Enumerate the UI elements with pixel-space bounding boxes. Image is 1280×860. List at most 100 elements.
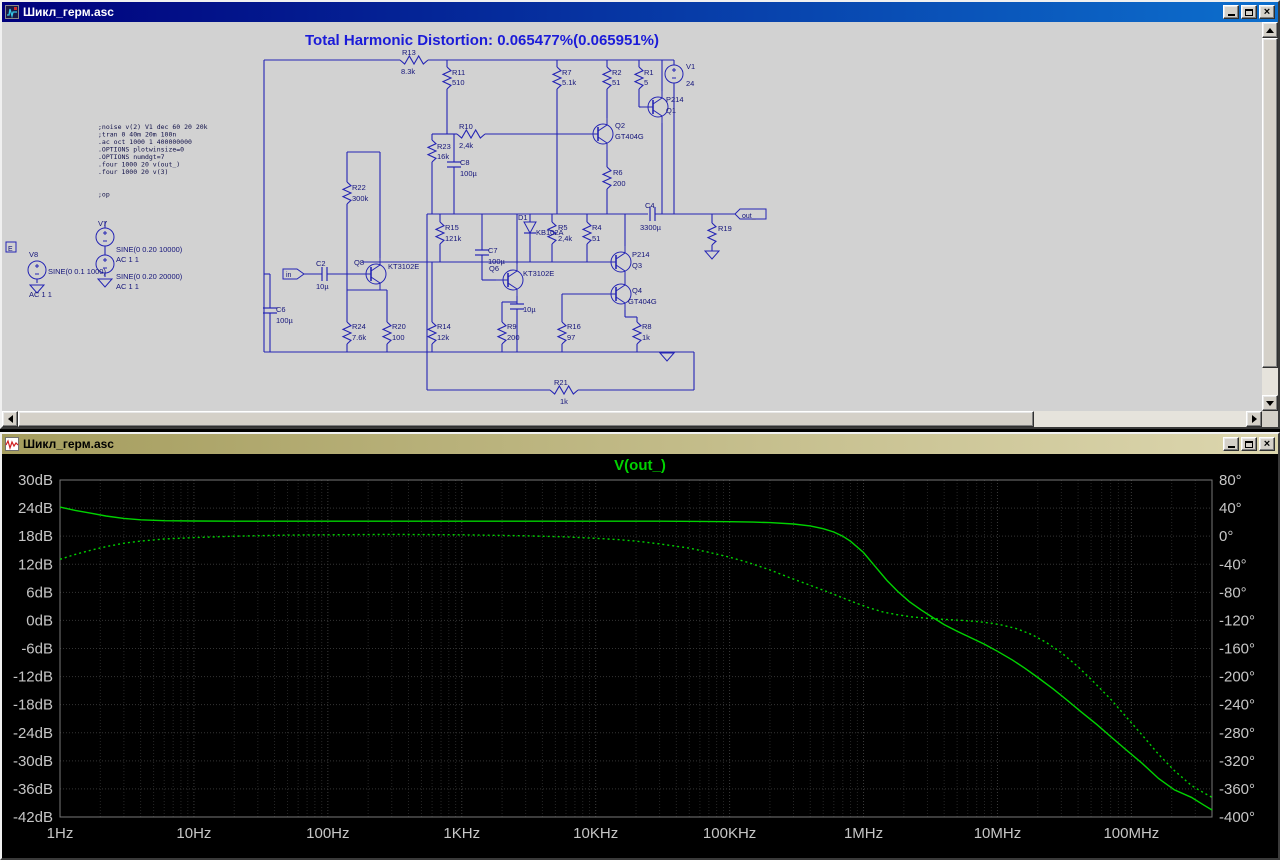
svg-text:12dB: 12dB — [18, 556, 53, 573]
svg-text:16k: 16k — [437, 152, 449, 161]
svg-text:Q2: Q2 — [615, 121, 625, 130]
svg-text:Q6: Q6 — [489, 264, 499, 273]
svg-text:R21: R21 — [554, 378, 568, 387]
horizontal-scroll-thumb[interactable] — [18, 411, 1034, 427]
svg-text:80°: 80° — [1219, 472, 1242, 489]
maximize-button[interactable] — [1241, 437, 1257, 451]
waveform-titlebar[interactable]: Шикл_герм.asc × — [2, 434, 1278, 454]
svg-text:1MHz: 1MHz — [844, 825, 883, 842]
svg-text:R24: R24 — [352, 322, 366, 331]
svg-text:R14: R14 — [437, 322, 451, 331]
svg-text:-24dB: -24dB — [13, 725, 53, 742]
schematic-app-icon — [5, 5, 19, 19]
schematic-canvas[interactable]: in out_ E R13 8.3k R11 510 R7 5.1k R2 51 R1 5 V1 24 R23… — [2, 22, 1262, 411]
minimize-button[interactable] — [1223, 437, 1239, 451]
svg-text:E: E — [8, 246, 13, 253]
svg-text:100µ: 100µ — [276, 316, 294, 325]
arrow-right-icon — [1251, 415, 1257, 423]
waveform-canvas[interactable]: V(out_) 1Hz 10Hz 100Hz 1KHz 10KHz 100KHz 1MHz 1… — [2, 454, 1278, 858]
svg-text:R10: R10 — [459, 122, 473, 131]
svg-text:10µ: 10µ — [316, 282, 329, 291]
minimize-button[interactable] — [1223, 5, 1239, 19]
svg-text:-120°: -120° — [1219, 612, 1255, 629]
svg-text:100KHz: 100KHz — [703, 825, 756, 842]
svg-text:8.3k: 8.3k — [401, 67, 415, 76]
svg-text:C8: C8 — [460, 158, 470, 167]
svg-text:Q4: Q4 — [632, 286, 642, 295]
schematic-window: Шикл_герм.asc × in out_ E R13 8.3k R11 510 R7 5.… — [0, 0, 1280, 429]
waveform-window-title: Шикл_герм.asc — [23, 437, 114, 451]
svg-text:SINE(0 0.1 1000): SINE(0 0.1 1000) — [48, 267, 106, 276]
svg-text:Q8: Q8 — [354, 258, 364, 267]
svg-text:10Hz: 10Hz — [176, 825, 211, 842]
svg-text:C4: C4 — [645, 201, 655, 210]
svg-text:SINE(0 0.20 20000): SINE(0 0.20 20000) — [116, 272, 183, 281]
svg-text:7.6k: 7.6k — [352, 333, 366, 342]
svg-text:GT404G: GT404G — [628, 297, 657, 306]
scroll-right-button[interactable] — [1246, 411, 1262, 427]
svg-text:100Hz: 100Hz — [306, 825, 349, 842]
svg-text:1k: 1k — [642, 333, 650, 342]
svg-text:5: 5 — [644, 78, 648, 87]
svg-text:KT3102E: KT3102E — [388, 262, 419, 271]
schematic-window-controls: × — [1223, 5, 1275, 19]
svg-text:2,4k: 2,4k — [558, 234, 572, 243]
bode-plot: 1Hz 10Hz 100Hz 1KHz 10KHz 100KHz 1MHz 10MHz 100M… — [13, 472, 1255, 842]
svg-text:R16: R16 — [567, 322, 581, 331]
svg-text:P214: P214 — [666, 95, 684, 104]
minimize-icon — [1227, 446, 1235, 448]
svg-text:R2: R2 — [612, 68, 622, 77]
maximize-icon — [1245, 440, 1253, 448]
waveform-window-controls: × — [1223, 437, 1275, 451]
waveform-window: Шикл_герм.asc × V(out_) 1Hz 10Hz 100Hz 1KHz… — [0, 432, 1280, 860]
schematic-vertical-scrollbar[interactable] — [1262, 22, 1278, 411]
svg-text:-240°: -240° — [1219, 697, 1255, 714]
svg-text:-12dB: -12dB — [13, 669, 53, 686]
svg-text:1Hz: 1Hz — [47, 825, 74, 842]
svg-text:Q3: Q3 — [632, 261, 642, 270]
schematic-titlebar[interactable]: Шикл_герм.asc × — [2, 2, 1278, 22]
svg-text:-160°: -160° — [1219, 641, 1255, 658]
svg-text:1KHz: 1KHz — [443, 825, 480, 842]
svg-text:R5: R5 — [558, 223, 568, 232]
svg-text:R23: R23 — [437, 142, 451, 151]
svg-text:;op: ;op — [98, 191, 110, 199]
svg-text:6dB: 6dB — [26, 584, 53, 601]
vertical-scroll-thumb[interactable] — [1262, 38, 1278, 368]
svg-text:-200°: -200° — [1219, 669, 1255, 686]
scroll-up-button[interactable] — [1262, 22, 1278, 38]
scroll-left-button[interactable] — [2, 411, 18, 427]
close-button[interactable]: × — [1259, 437, 1275, 451]
svg-text:R6: R6 — [613, 168, 623, 177]
maximize-button[interactable] — [1241, 5, 1257, 19]
svg-text:100MHz: 100MHz — [1103, 825, 1159, 842]
schematic-drawing: inout_ER138.3k R11510R75.1kR251R15V124R23… — [5, 48, 767, 406]
svg-text:300k: 300k — [352, 194, 369, 203]
svg-text:SINE(0 0.20 10000): SINE(0 0.20 10000) — [116, 245, 183, 254]
svg-text:in: in — [286, 272, 292, 279]
svg-text:AC 1 1: AC 1 1 — [116, 255, 139, 264]
svg-text:V1: V1 — [686, 62, 695, 71]
close-button[interactable]: × — [1259, 5, 1275, 19]
scroll-down-button[interactable] — [1262, 395, 1278, 411]
svg-text:KT3102E: KT3102E — [523, 269, 554, 278]
schematic-horizontal-scrollbar[interactable] — [2, 411, 1262, 427]
close-icon: × — [1263, 437, 1271, 450]
svg-text:-6dB: -6dB — [21, 641, 53, 658]
svg-text:AC 1 1: AC 1 1 — [29, 290, 52, 299]
desktop: Шикл_герм.asc × in out_ E R13 8.3k R11 510 R7 5.… — [0, 0, 1280, 860]
svg-text:51: 51 — [592, 234, 600, 243]
svg-text:-400°: -400° — [1219, 809, 1255, 826]
svg-text:V8: V8 — [29, 250, 38, 259]
waveform-app-icon — [5, 437, 19, 451]
svg-text:C7: C7 — [488, 246, 498, 255]
svg-text:C2: C2 — [316, 259, 326, 268]
svg-text:510: 510 — [452, 78, 465, 87]
svg-text:0°: 0° — [1219, 528, 1233, 545]
svg-text:R7: R7 — [562, 68, 572, 77]
svg-text:200: 200 — [613, 179, 626, 188]
svg-text:10MHz: 10MHz — [974, 825, 1022, 842]
svg-text:100µ: 100µ — [460, 169, 478, 178]
svg-text:10KHz: 10KHz — [573, 825, 618, 842]
svg-text:200: 200 — [507, 333, 520, 342]
